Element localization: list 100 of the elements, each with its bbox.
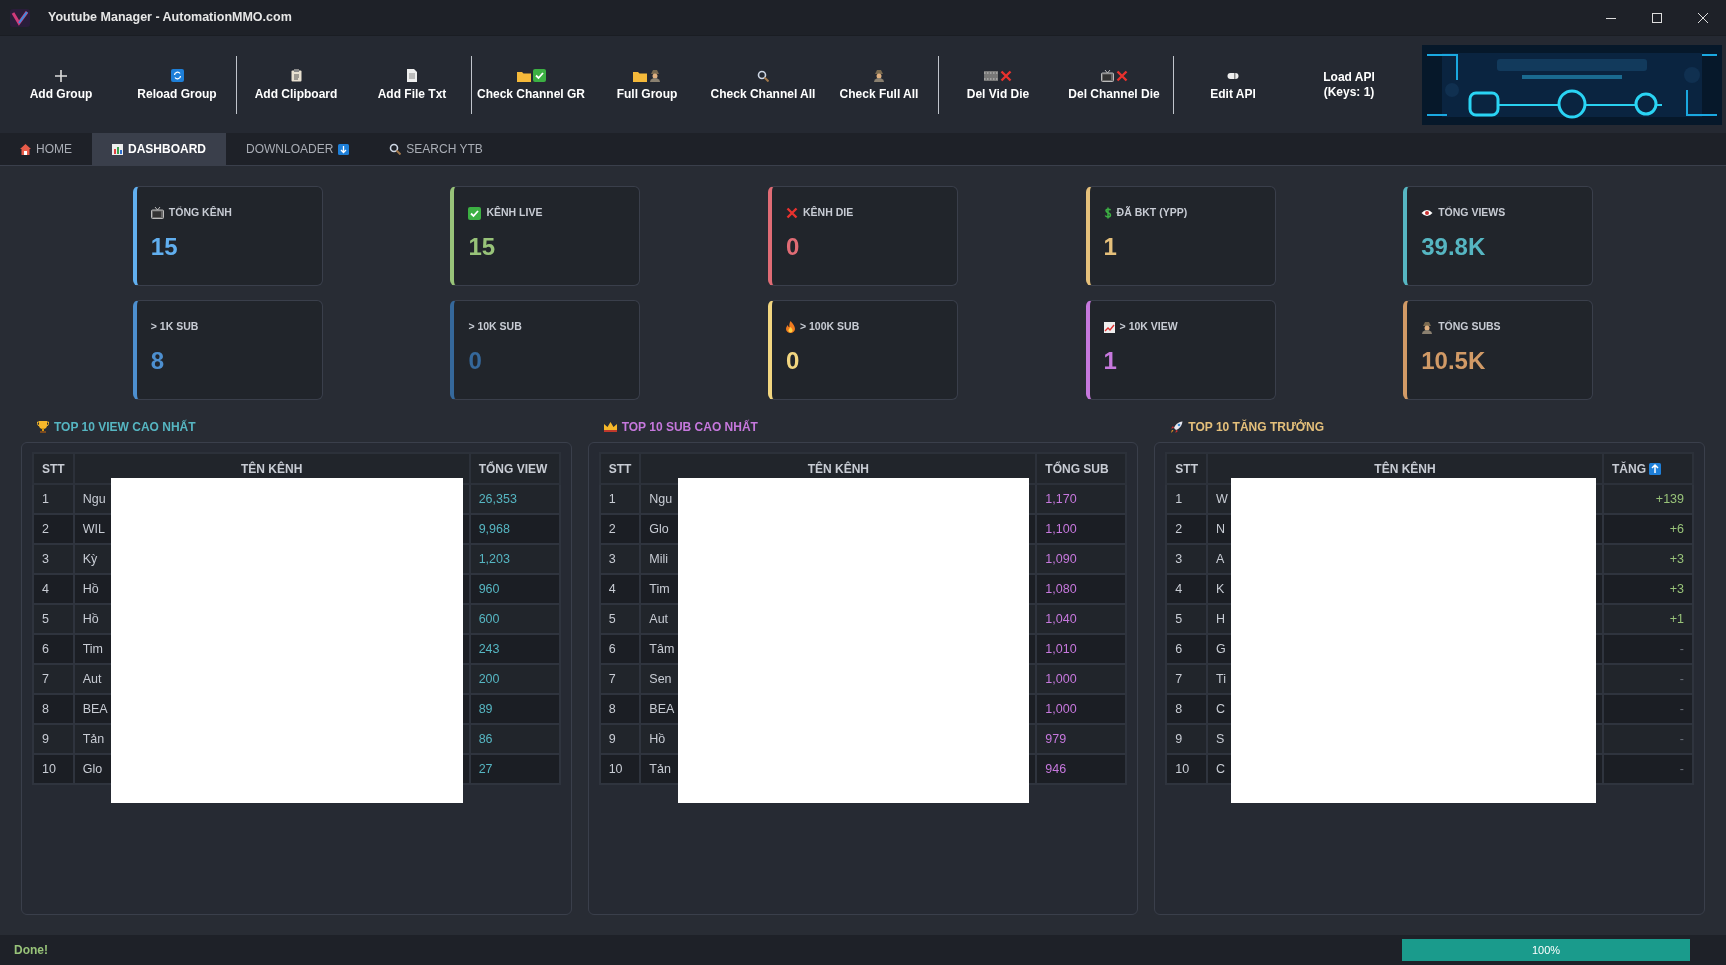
tab[interactable]: SEARCH YTB	[369, 133, 503, 165]
table-cell: 1,040	[1036, 604, 1127, 634]
tv-icon	[150, 207, 164, 219]
stat-label: > 1K SUB	[150, 319, 199, 335]
maximize-icon	[1652, 12, 1662, 23]
table-cell: 946	[1036, 754, 1127, 784]
reload-icon	[170, 69, 184, 82]
table-title: TOP 10 VIEW CAO NHẤT	[54, 418, 196, 436]
table-cell: 1,170	[1036, 484, 1127, 514]
stat-label: KÊNH DIE	[803, 205, 854, 221]
status-message: Done!	[14, 942, 48, 959]
table-cell: 8	[599, 694, 641, 724]
table-cell: 10	[1166, 754, 1207, 784]
toolbar-button[interactable]: Load API (Keys: 1)	[1291, 49, 1407, 120]
table-cell: 86	[469, 724, 560, 754]
up-arrow-icon	[1649, 463, 1662, 476]
rocket-icon	[1170, 420, 1184, 434]
column-header: STT	[33, 453, 74, 484]
app-logo-icon	[10, 9, 30, 28]
table-cell: 8	[1166, 694, 1207, 724]
toolbar-button[interactable]: Add Group	[3, 49, 119, 120]
download-icon	[338, 143, 350, 155]
stat-value: 39.8K	[1421, 235, 1486, 259]
table-cell: +6	[1603, 514, 1693, 544]
checkbox-icon	[468, 206, 482, 220]
table-cell: 10	[599, 754, 641, 784]
chart-icon	[112, 143, 123, 155]
stat-label: > 100K SUB	[800, 319, 860, 335]
person-icon	[1421, 320, 1434, 334]
stat-label: ĐÃ BKT (YPP)	[1116, 205, 1188, 221]
table-cell: 5	[599, 604, 641, 634]
document-icon	[407, 69, 417, 82]
window-title: Youtube Manager - AutomationMMO.com	[48, 9, 292, 27]
tab[interactable]: DASHBOARD	[92, 133, 226, 165]
table-cell: 10	[33, 754, 74, 784]
toolbar-button[interactable]: Edit API	[1175, 49, 1291, 120]
person-icon	[873, 69, 885, 82]
table-cell: -	[1603, 694, 1693, 724]
toolbar-button[interactable]: Reload Group	[119, 49, 235, 120]
stat-label: TỔNG KÊNH	[168, 205, 232, 221]
toolbar-button[interactable]: Add File Txt	[354, 49, 470, 120]
table-cell: 1	[33, 484, 74, 514]
tv-icon	[1100, 69, 1114, 82]
toolbar-button[interactable]: Del Vid Die	[940, 49, 1056, 120]
table-cell: -	[1603, 634, 1693, 664]
toolbar-button[interactable]: Del Channel Die	[1056, 49, 1172, 120]
table-cell: +139	[1603, 484, 1693, 514]
table-cell: 5	[1166, 604, 1207, 634]
toolbar-button[interactable]: Check Channel All	[705, 49, 821, 120]
stat-label: KÊNH LIVE	[486, 205, 543, 221]
stat-value: 0	[786, 235, 800, 259]
stat-label: > 10K VIEW	[1119, 319, 1178, 335]
house-icon	[20, 143, 31, 155]
search-icon	[757, 69, 769, 82]
table-cell: 2	[33, 514, 74, 544]
table-cell: 7	[1166, 664, 1207, 694]
table-cell: 26,353	[469, 484, 560, 514]
table-cell: 200	[469, 664, 560, 694]
toolbar-button[interactable]: Full Group	[589, 49, 705, 120]
cross-icon	[786, 207, 798, 219]
table-cell: -	[1603, 664, 1693, 694]
column-header: TỔNG SUB	[1036, 453, 1127, 484]
table-cell: 1,000	[1036, 664, 1127, 694]
eye-icon	[1421, 209, 1434, 217]
folder-icon	[516, 69, 531, 82]
dollar-icon	[1103, 207, 1112, 219]
column-header: STT	[1166, 453, 1207, 484]
column-header: STT	[599, 453, 641, 484]
progress-reading: 100%	[1530, 942, 1562, 958]
film-icon	[984, 70, 998, 81]
table-cell: +3	[1603, 544, 1693, 574]
toolbar-button[interactable]: Add Clipboard	[238, 49, 354, 120]
stat-value: 15	[468, 235, 496, 259]
table-cell: 5	[33, 604, 74, 634]
table-cell: 6	[599, 634, 641, 664]
tab[interactable]: DOWNLOADER	[226, 133, 370, 165]
trend-chart-icon	[1103, 321, 1115, 333]
column-header: TĂNG	[1612, 461, 1646, 476]
table-cell: 4	[1166, 574, 1207, 604]
table-cell: 3	[599, 544, 641, 574]
toolbar-button[interactable]: Check Channel GR	[473, 49, 589, 120]
close-icon	[1698, 12, 1708, 23]
cross-icon	[1115, 69, 1128, 82]
tab[interactable]: HOME	[0, 133, 92, 165]
table-cell: 6	[33, 634, 74, 664]
toolbar-button[interactable]: Check Full All	[821, 49, 937, 120]
table-cell: 9	[599, 724, 641, 754]
stat-value: 1	[1103, 235, 1117, 259]
stat-value: 15	[150, 235, 178, 259]
plus-icon	[54, 68, 68, 83]
search-icon	[389, 143, 402, 155]
table-cell: 4	[33, 574, 74, 604]
trophy-icon	[37, 421, 49, 433]
crown-icon	[603, 422, 617, 432]
stat-value: 0	[468, 349, 482, 373]
table-cell: 243	[469, 634, 560, 664]
table-cell: 9	[1166, 724, 1207, 754]
table-cell: 6	[1166, 634, 1207, 664]
cross-icon	[1000, 69, 1012, 82]
table-cell: 9	[33, 724, 74, 754]
